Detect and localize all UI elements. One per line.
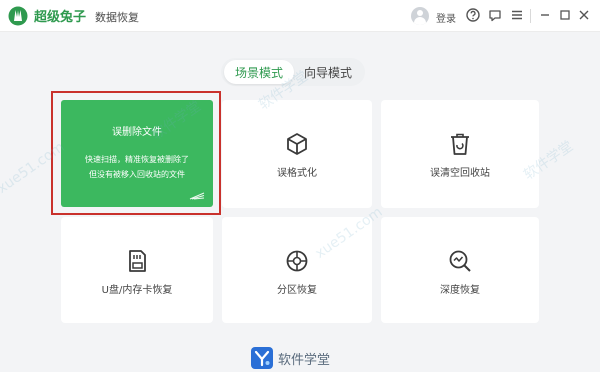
card-usb-sdcard[interactable]: U盘/内存卡恢复 xyxy=(61,217,213,323)
tab-scene-mode[interactable]: 场景模式 xyxy=(224,60,294,84)
card-recycle-bin[interactable]: 误清空回收站 xyxy=(381,100,539,208)
card-deep-recovery[interactable]: 深度恢复 xyxy=(381,217,539,323)
card-label: 分区恢复 xyxy=(277,285,317,296)
avatar[interactable] xyxy=(411,7,429,25)
menu-icon[interactable] xyxy=(507,5,527,25)
site-logo-text: 软件学堂 xyxy=(278,353,331,368)
card-title: 误删除文件 xyxy=(112,127,162,138)
title-bar: 超级兔子 数据恢复 登录 xyxy=(0,0,600,32)
card-label: 误格式化 xyxy=(277,168,317,179)
rabbit-logo-icon xyxy=(8,6,28,26)
card-label: 误清空回收站 xyxy=(430,168,490,179)
feedback-icon[interactable] xyxy=(485,5,505,25)
site-logo-icon xyxy=(251,347,273,369)
titlebar-divider xyxy=(530,9,531,23)
login-link[interactable]: 登录 xyxy=(436,10,456,25)
card-label: U盘/内存卡恢复 xyxy=(101,285,173,296)
app-brand: 超级兔子 xyxy=(34,10,87,25)
card-format[interactable]: 误格式化 xyxy=(222,100,372,208)
card-description: 快速扫描，精准恢复被删除了 但没有被移入回收站的文件 xyxy=(85,155,189,179)
close-icon[interactable] xyxy=(574,5,594,25)
minimize-icon[interactable] xyxy=(535,5,555,25)
corner-decoration-icon xyxy=(189,192,205,200)
app-subtitle: 数据恢复 xyxy=(95,11,139,24)
card-deleted-files[interactable]: 误删除文件 快速扫描，精准恢复被删除了 但没有被移入回收站的文件 xyxy=(61,100,213,207)
deep-scan-icon xyxy=(449,250,471,272)
partition-icon xyxy=(286,250,308,272)
maximize-icon[interactable] xyxy=(555,5,575,25)
sdcard-icon xyxy=(129,250,146,272)
tab-wizard-mode[interactable]: 向导模式 xyxy=(294,60,362,84)
card-label: 深度恢复 xyxy=(440,285,480,296)
trash-icon xyxy=(451,133,469,155)
box-icon xyxy=(287,133,307,155)
mode-toggle: 场景模式 向导模式 xyxy=(221,58,365,86)
help-icon[interactable] xyxy=(463,5,483,25)
card-partition[interactable]: 分区恢复 xyxy=(222,217,372,323)
